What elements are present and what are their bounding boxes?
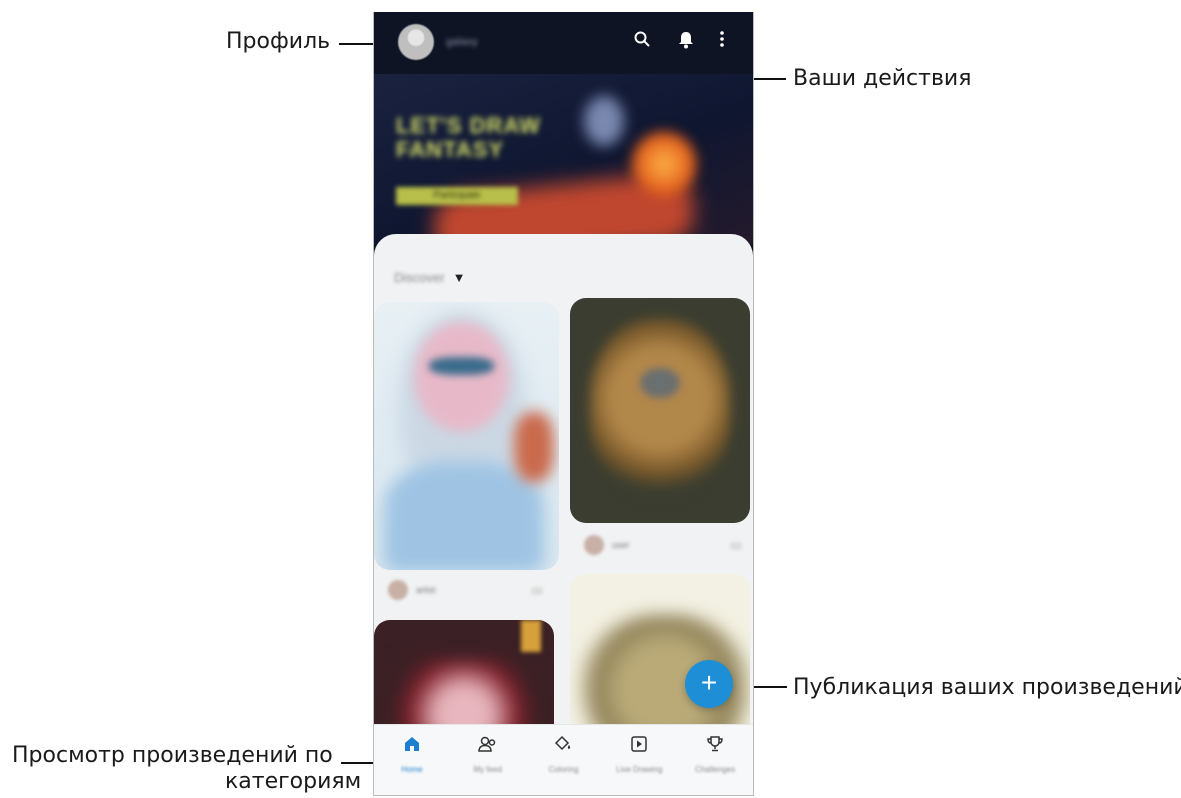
artwork-card[interactable] (570, 298, 750, 523)
banner-button[interactable]: Participate (396, 187, 518, 205)
nav-label: Home (401, 765, 423, 774)
like-icon[interactable] (730, 542, 742, 550)
category-dropdown-label: Discover (394, 270, 445, 285)
bottom-navigation: Home My feed Coloring Live Drawing Chall… (374, 724, 753, 795)
profile-avatar[interactable] (398, 24, 434, 60)
paint-bucket-icon (551, 735, 575, 759)
callout-browse-line1: Просмотр произведений по (12, 743, 333, 768)
play-icon (627, 735, 651, 759)
artwork-card[interactable] (374, 302, 559, 570)
home-icon (400, 735, 424, 759)
search-icon[interactable] (630, 30, 654, 54)
plus-icon[interactable]: + (685, 660, 733, 708)
artwork-leaves (514, 412, 554, 482)
nav-label: Coloring (548, 765, 579, 774)
nav-coloring[interactable]: Coloring (526, 725, 602, 795)
artwork-meta: user (584, 535, 630, 555)
featured-banner[interactable]: LET'S DRAW FANTASY Participate (374, 74, 753, 244)
more-vertical-icon[interactable] (710, 30, 734, 54)
callout-profile: Профиль (226, 29, 331, 54)
people-icon (476, 735, 500, 759)
username: galaxy (446, 36, 478, 48)
category-dropdown[interactable]: Discover ▼ (394, 270, 465, 285)
phone-screen: galaxy LET'S DRAW FANTASY Participate Di… (373, 12, 754, 796)
nav-home[interactable]: Home (374, 725, 450, 795)
caret-down-icon: ▼ (452, 270, 466, 285)
nav-label: My feed (473, 765, 502, 774)
callout-publish: Публикация ваших произведений (793, 675, 1181, 700)
author-avatar[interactable] (388, 580, 408, 600)
bookmark-ribbon-icon (521, 620, 541, 652)
artwork-bear (590, 318, 730, 498)
artwork-meta: artist (388, 580, 436, 600)
top-bar: galaxy (374, 12, 753, 74)
artwork-snout (640, 368, 680, 398)
nav-label: Challenges (695, 765, 736, 774)
banner-art-flame (629, 129, 699, 199)
author-avatar[interactable] (584, 535, 604, 555)
nav-live-drawing[interactable]: Live Drawing (601, 725, 677, 795)
callout-activity: Ваши действия (793, 66, 972, 91)
author-name: artist (416, 585, 436, 595)
artwork-face (414, 322, 509, 432)
nav-my-feed[interactable]: My feed (450, 725, 526, 795)
nav-challenges[interactable]: Challenges (677, 725, 753, 795)
artwork-dress (384, 462, 544, 570)
artwork-eyes (429, 357, 494, 375)
trophy-icon (703, 735, 727, 759)
banner-title: LET'S DRAW FANTASY (396, 113, 541, 162)
author-name: user (612, 540, 630, 550)
nav-label: Live Drawing (616, 765, 663, 774)
banner-art-figure (584, 96, 624, 146)
bell-icon[interactable] (674, 30, 698, 54)
like-icon[interactable] (531, 587, 543, 595)
callout-browse-line2: категориям (225, 769, 362, 794)
